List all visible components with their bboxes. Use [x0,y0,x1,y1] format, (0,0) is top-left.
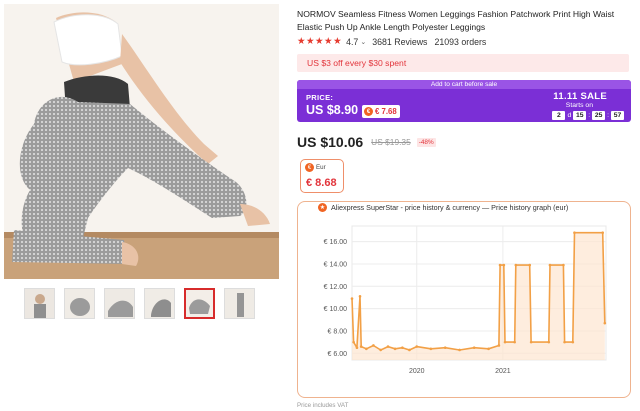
countdown-separator: : [607,112,609,119]
countdown-separator: : [588,112,591,119]
price-point [365,347,368,351]
coupon-banner[interactable]: US $3 off every $30 spent [297,54,629,72]
price-point [601,231,605,234]
price-point [498,263,502,267]
price-history-panel: € 6.00 € 8.00 € 10.00 € 12.00 € 14.00 € 16.00… [297,201,631,398]
price-point [502,263,506,267]
orders-count: 21093 orders [434,36,487,47]
price-point [415,345,419,348]
eur-price-box: € Eur € 8.68 [300,159,344,193]
main-product-image[interactable] [4,4,279,279]
y-tick-label: € 14.00 [324,261,347,268]
price-point [472,346,476,350]
current-price: US $10.06 [297,134,364,150]
original-price: US $19.35 [371,137,411,147]
sale-eur-price-chip: € € 7.68 [362,105,400,118]
thumbnail-4[interactable] [144,288,175,319]
chart-header-title: Aliexpress SuperStar - price history & c… [331,203,569,212]
chart-header: ★ Aliexpress SuperStar - price history &… [318,203,568,212]
product-title: NORMOV Seamless Fitness Women Leggings F… [297,9,615,32]
price-point [355,346,359,350]
countdown-days-unit: d [567,112,572,119]
price-point [352,340,355,344]
price-point [443,346,447,350]
sale-price-label: PRICE: [306,93,334,102]
y-tick-label: € 6.00 [328,351,348,358]
price-point [487,347,490,351]
price-point [548,263,552,267]
sale-banner: Add to cart before sale PRICE: US $8.90 … [297,80,631,122]
countdown-seconds: 57 [611,111,624,120]
price-point [547,340,551,344]
price-point [529,340,533,344]
rating-row: ★★★★★ 4.7 ⌄ 3681 Reviews 21093 orders [297,36,486,47]
price-point [386,345,390,348]
eur-box-label: Eur [316,164,326,171]
sale-price: US $8.90 [306,103,359,117]
price-point [372,344,375,347]
price-point [497,344,501,347]
countdown-days: 2 [552,111,566,120]
currency-icon: € [364,107,373,116]
y-tick-label: € 16.00 [324,239,347,246]
price-point [513,340,516,344]
discount-badge: -48% [416,137,436,147]
y-tick-label: € 8.00 [328,328,348,335]
thumbnail-5[interactable] [184,288,215,319]
rating-stars-icon: ★★★★★ [297,36,343,47]
vat-footnote: Price includes VAT [297,402,349,409]
starts-on-label: Starts on [565,102,593,109]
sale-eur-price: € 7.68 [375,107,397,116]
thumbnail-1[interactable] [24,288,55,319]
price-point [573,231,576,234]
price-point [563,340,566,344]
y-tick-label: € 10.00 [324,306,347,313]
price-point [514,263,518,267]
price-point [401,346,404,350]
price-point [528,263,532,267]
price-point [408,348,411,352]
price-point [358,295,362,298]
price-point [458,348,461,352]
sale-event-label: 11.11 SALE [553,91,607,102]
price-point [350,297,354,300]
currency-icon: € [305,163,314,172]
price-point [379,348,383,352]
chevron-down-icon[interactable]: ⌄ [360,38,366,46]
reviews-link[interactable]: 3681 Reviews [372,37,427,47]
rating-value: 4.7 [346,36,359,47]
sale-banner-top-text: Add to cart before sale [297,80,631,89]
x-tick-label: 2021 [495,368,511,375]
eur-box-header: € Eur [305,163,326,172]
price-point [571,340,575,344]
price-point [393,347,397,351]
y-tick-label: € 12.00 [324,284,347,291]
eur-box-value: € 8.68 [306,177,337,189]
price-point [603,321,607,325]
sale-countdown: 2 d 15 : 25 : 57 [552,111,624,120]
plot-area [351,225,607,361]
price-point [359,345,363,348]
superstar-logo-icon: ★ [318,203,327,212]
product-photo-illustration [4,4,279,279]
price-history-chart: € 6.00 € 8.00 € 10.00 € 12.00 € 14.00 € 16.00… [324,225,607,375]
thumbnail-strip [24,288,255,319]
thumbnail-3[interactable] [104,288,135,319]
price-point [562,263,565,267]
thumbnail-2[interactable] [64,288,95,319]
price-point [429,347,433,351]
price-point [503,340,507,344]
x-tick-label: 2020 [409,368,425,375]
price-row: US $10.06 US $19.35 -48% [297,134,436,150]
countdown-hours: 15 [573,111,587,120]
thumbnail-6[interactable] [224,288,255,319]
countdown-minutes: 25 [592,111,606,120]
